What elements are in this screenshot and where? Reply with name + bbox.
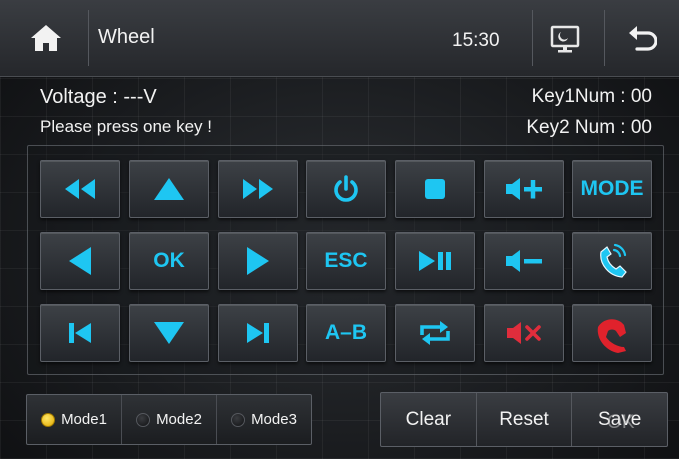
mode1-label: Mode1 [61,411,107,428]
volume-down-icon [506,250,542,272]
next-track-key[interactable] [218,304,298,362]
back-button[interactable] [622,20,662,58]
divider [532,10,533,66]
mute-key[interactable] [484,304,564,362]
play-pause-icon [419,251,451,271]
page-title: Wheel [98,26,155,48]
ok-key[interactable]: OK [129,232,209,290]
home-icon [31,25,61,51]
save-button[interactable]: Save OK [572,393,667,446]
next-track-icon [247,323,269,343]
up-arrow-icon [154,178,184,200]
stop-icon [425,179,445,199]
voltage-readout: Voltage : ---V [40,86,157,108]
save-label: Save [598,408,642,430]
mute-icon [507,322,541,344]
call-answer-key[interactable] [572,232,652,290]
previous-track-key[interactable] [40,304,120,362]
fast-forward-key[interactable] [218,160,298,218]
top-bar: Wheel 15:30 [0,0,679,77]
play-pause-key[interactable] [395,232,475,290]
clock: 15:30 [452,30,500,51]
down-arrow-icon [154,322,184,344]
reset-button[interactable]: Reset [477,393,573,446]
power-icon [334,175,358,202]
mode3-button[interactable]: Mode3 [217,395,311,444]
stop-key[interactable] [395,160,475,218]
instruction-text: Please press one key ! [40,117,212,136]
previous-track-icon [69,323,91,343]
action-bar: Clear Reset Save OK [380,392,668,447]
mode1-button[interactable]: Mode1 [27,395,122,444]
esc-key[interactable]: ESC [306,232,386,290]
fast-rewind-icon [65,179,95,199]
back-arrow-icon [629,26,657,51]
key1-number: Key1Num : 00 [531,86,652,107]
up-key[interactable] [129,160,209,218]
screen-display-button[interactable] [546,22,584,56]
clear-button[interactable]: Clear [381,393,477,446]
volume-up-icon [506,178,542,200]
mode-key[interactable]: MODE [572,160,652,218]
call-answer-icon [600,243,627,278]
ab-repeat-key[interactable]: A–B [306,304,386,362]
mode2-button[interactable]: Mode2 [122,395,217,444]
divider [604,10,605,66]
repeat-key[interactable] [395,304,475,362]
left-key[interactable] [40,232,120,290]
power-key[interactable] [306,160,386,218]
key2-number: Key2 Num : 00 [526,117,652,138]
mode2-label: Mode2 [156,411,202,428]
volume-down-key[interactable] [484,232,564,290]
call-hangup-key[interactable] [572,304,652,362]
right-key[interactable] [218,232,298,290]
mode1-indicator-icon [41,412,56,427]
mode3-indicator-icon [231,412,246,427]
home-button[interactable] [18,10,74,66]
call-hangup-icon [597,319,626,353]
down-key[interactable] [129,304,209,362]
fast-rewind-key[interactable] [40,160,120,218]
fast-forward-icon [243,179,273,199]
mode-selector: Mode1 Mode2 Mode3 [26,394,312,445]
left-arrow-icon [69,247,91,275]
screen-display-icon [550,25,580,53]
mode2-indicator-icon [136,412,151,427]
right-arrow-icon [247,247,269,275]
mode3-label: Mode3 [251,411,297,428]
volume-up-key[interactable] [484,160,564,218]
divider [88,10,89,66]
repeat-icon [420,321,450,345]
